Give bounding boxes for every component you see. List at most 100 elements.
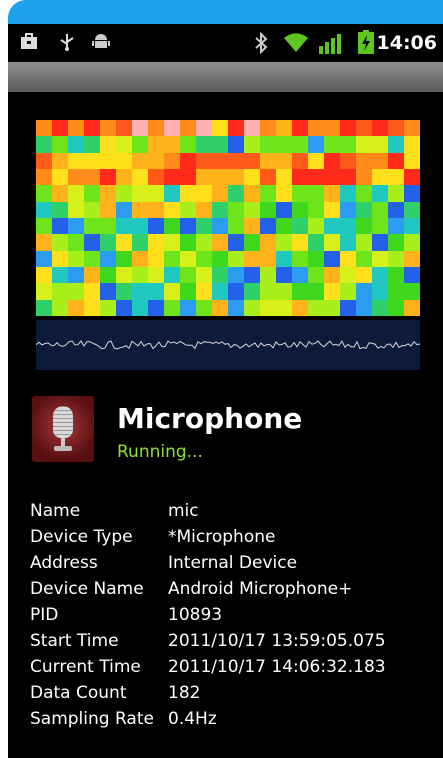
heatmap-cell xyxy=(340,169,356,186)
heatmap-cell xyxy=(292,283,308,300)
heatmap-cell xyxy=(84,185,100,202)
heatmap-cell xyxy=(356,267,372,284)
heatmap-cell xyxy=(196,267,212,284)
heatmap-cell xyxy=(404,218,420,235)
heatmap-cell xyxy=(404,169,420,186)
info-label: Address xyxy=(30,553,98,573)
heatmap-cell xyxy=(52,152,68,169)
heatmap-cell xyxy=(228,185,244,202)
heatmap-cell xyxy=(244,169,260,186)
info-row-device-type: Device Type *Microphone xyxy=(30,524,386,550)
heatmap-cell xyxy=(116,283,132,300)
heatmap-cell xyxy=(356,169,372,186)
heatmap-cell xyxy=(324,185,340,202)
heatmap-cell xyxy=(228,250,244,267)
heatmap-cell xyxy=(276,185,292,202)
heatmap-cell xyxy=(100,136,116,153)
heatmap-cell xyxy=(36,185,52,202)
heatmap-cell xyxy=(276,267,292,284)
info-value: 182 xyxy=(168,683,201,703)
heatmap-cell xyxy=(244,250,260,267)
heatmap-cell xyxy=(100,152,116,169)
heatmap-cell xyxy=(196,218,212,235)
heatmap-cell xyxy=(388,283,404,300)
info-value: mic xyxy=(168,501,199,521)
heatmap-cell xyxy=(148,218,164,235)
heatmap-cell xyxy=(180,283,196,300)
heatmap-cell xyxy=(276,218,292,235)
heatmap-cell xyxy=(212,234,228,251)
heatmap-cell xyxy=(292,218,308,235)
heatmap-cell xyxy=(292,267,308,284)
heatmap-cell xyxy=(180,250,196,267)
heatmap-cell xyxy=(340,152,356,169)
heatmap-cell xyxy=(180,201,196,218)
heatmap-cell xyxy=(308,234,324,251)
heatmap-cell xyxy=(36,218,52,235)
heatmap-cell xyxy=(212,250,228,267)
heatmap-cell xyxy=(372,136,388,153)
heatmap-cell xyxy=(308,299,324,316)
heatmap-cell xyxy=(196,201,212,218)
heatmap-cell xyxy=(100,250,116,267)
heatmap-cell xyxy=(356,201,372,218)
heatmap-cell xyxy=(180,234,196,251)
heatmap-cell xyxy=(324,218,340,235)
heatmap-cell xyxy=(68,218,84,235)
heatmap-cell xyxy=(244,299,260,316)
heatmap-cell xyxy=(212,218,228,235)
heatmap-cell xyxy=(244,136,260,153)
heatmap-cell xyxy=(116,120,132,137)
heatmap-cell xyxy=(164,234,180,251)
heatmap-cell xyxy=(100,267,116,284)
heatmap-cell xyxy=(340,120,356,137)
heatmap-cell xyxy=(340,201,356,218)
info-value: Internal Device xyxy=(168,553,298,573)
heatmap-cell xyxy=(212,169,228,186)
heatmap-cell xyxy=(404,267,420,284)
briefcase-icon xyxy=(21,33,37,49)
heatmap-cell xyxy=(356,283,372,300)
heatmap-cell xyxy=(260,185,276,202)
heatmap-cell xyxy=(52,250,68,267)
heatmap-cell xyxy=(196,169,212,186)
heatmap-cell xyxy=(276,136,292,153)
phone-screen: 14:06 Microphone Running... Name mic Devi… xyxy=(8,24,443,758)
heatmap-cell xyxy=(180,185,196,202)
heatmap-cell xyxy=(356,299,372,316)
heatmap-cell xyxy=(164,120,180,137)
heatmap-cell xyxy=(36,201,52,218)
heatmap-cell xyxy=(180,120,196,137)
heatmap-cell xyxy=(212,136,228,153)
heatmap-cell xyxy=(356,250,372,267)
heatmap-cell xyxy=(260,283,276,300)
heatmap-cell xyxy=(292,250,308,267)
heatmap-cell xyxy=(52,299,68,316)
heatmap-cell xyxy=(164,185,180,202)
heatmap-cell xyxy=(116,169,132,186)
heatmap-cell xyxy=(308,136,324,153)
heatmap-cell xyxy=(324,299,340,316)
heatmap-cell xyxy=(196,250,212,267)
heatmap-cell xyxy=(260,250,276,267)
heatmap-cell xyxy=(148,169,164,186)
heatmap-cell xyxy=(132,201,148,218)
heatmap-cell xyxy=(116,201,132,218)
heatmap-cell xyxy=(212,283,228,300)
heatmap-cell xyxy=(68,185,84,202)
heatmap-cell xyxy=(68,120,84,137)
heatmap-cell xyxy=(116,152,132,169)
heatmap-cell xyxy=(84,169,100,186)
heatmap-cell xyxy=(132,136,148,153)
heatmap-cell xyxy=(132,299,148,316)
heatmap-cell xyxy=(148,267,164,284)
heatmap-cell xyxy=(292,152,308,169)
heatmap-cell xyxy=(52,169,68,186)
heatmap-cell xyxy=(404,250,420,267)
heatmap-cell xyxy=(324,250,340,267)
heatmap-cell xyxy=(324,152,340,169)
info-row-device-name: Device Name Android Microphone+ xyxy=(30,576,386,602)
heatmap-cell xyxy=(52,218,68,235)
heatmap-cell xyxy=(228,169,244,186)
heatmap-cell xyxy=(372,267,388,284)
